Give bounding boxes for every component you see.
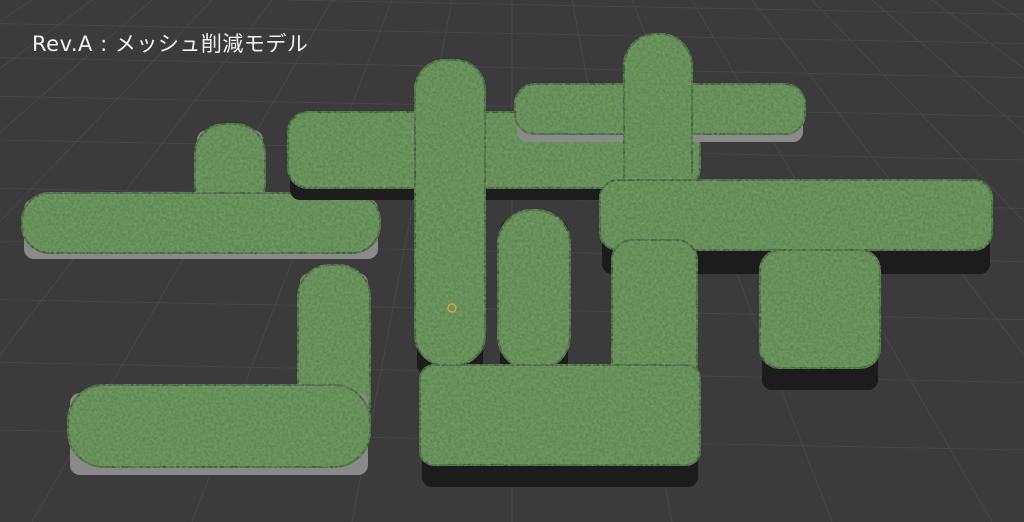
hedge-scene <box>0 0 1024 522</box>
viewport-caption: Rev.A : メッシュ削減モデル <box>32 32 309 56</box>
grid-line <box>991 0 1024 22</box>
grid-line <box>286 0 1024 15</box>
hedge-top <box>497 209 571 371</box>
hedges <box>21 33 993 487</box>
grid-line <box>871 0 1024 133</box>
grid-line <box>0 0 153 133</box>
hedge-left-lower-bar[interactable] <box>67 384 371 475</box>
hedge-right-diagonal[interactable] <box>759 249 881 390</box>
hedge-top <box>414 59 486 366</box>
hedge-bottom-vertical[interactable] <box>497 209 571 380</box>
hedge-top <box>759 249 881 369</box>
grid-line <box>0 0 33 22</box>
hedge-top <box>21 192 381 254</box>
3d-viewport[interactable]: Rev.A : メッシュ削減モデル <box>0 0 1024 522</box>
hedge-left-upper-bar[interactable] <box>21 192 381 259</box>
hedge-bottom-bar[interactable] <box>419 364 701 487</box>
hedge-center-vertical[interactable] <box>414 59 486 375</box>
grid-line <box>931 0 1024 70</box>
hedge-top <box>67 384 371 468</box>
hedge-top <box>419 364 701 466</box>
